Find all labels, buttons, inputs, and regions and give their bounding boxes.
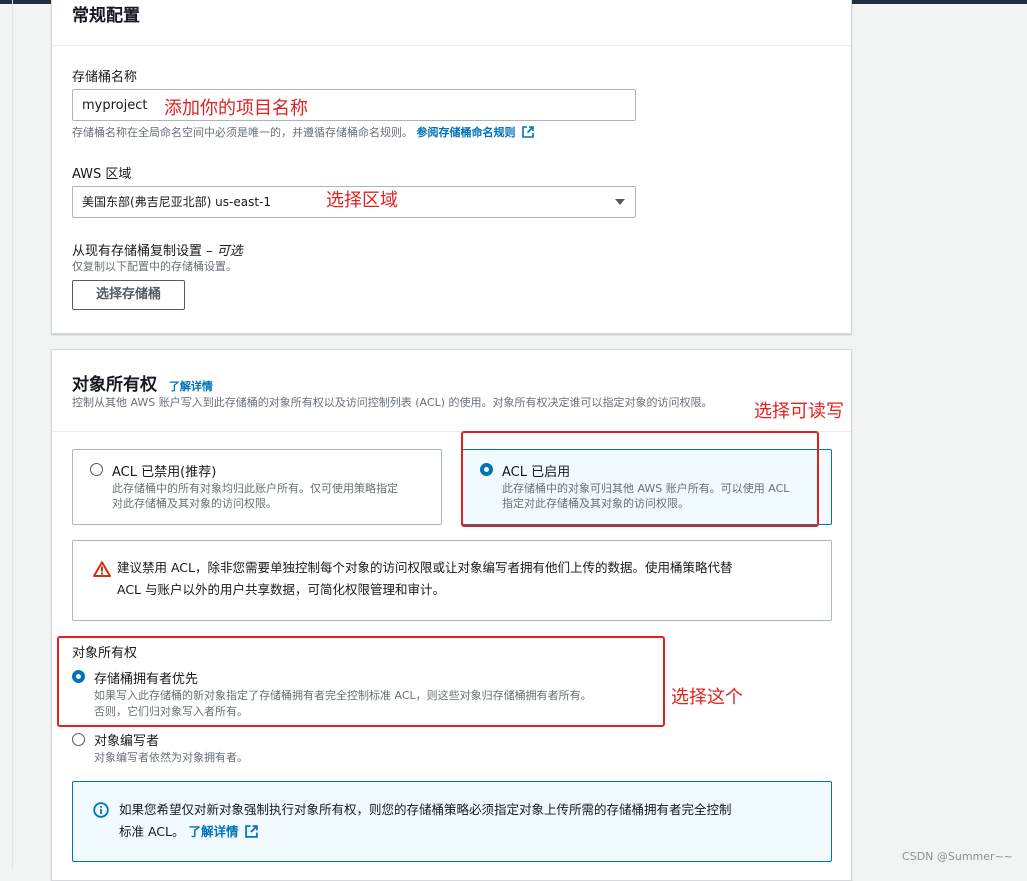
csdn-watermark: CSDN @Summer~~ xyxy=(902,850,1013,863)
info-text-1: 如果您希望仅对新对象强制执行对象所有权，则您的存储桶策略必须指定对象上传所需的存… xyxy=(119,802,732,817)
acl-disabled-desc-2: 对此存储桶及其对象的访问权限。 xyxy=(112,497,277,510)
acl-disabled-tile[interactable]: ACL 已禁用(推荐) 此存储桶中的所有对象均归此账户所有。仅可使用策略指定 对… xyxy=(72,449,442,525)
acl-disabled-radio[interactable] xyxy=(90,463,103,476)
bucket-name-label: 存储桶名称 xyxy=(72,70,138,85)
region-select-value: 美国东部(弗吉尼亚北部) us-east-1 xyxy=(82,195,272,209)
general-config-title: 常规配置 xyxy=(72,6,140,26)
learn-more-link[interactable]: 了解详情 xyxy=(188,824,238,839)
object-writer-desc: 对象编写者依然为对象拥有者。 xyxy=(94,751,248,764)
copy-settings-label: 从现有存储桶复制设置 – 可选 xyxy=(72,244,243,259)
info-circle-icon xyxy=(93,802,109,822)
annotation-project-name: 添加你的项目名称 xyxy=(164,98,308,119)
annotation-choose-this: 选择这个 xyxy=(671,687,743,708)
copy-settings-hint: 仅复制以下配置中的存储桶设置。 xyxy=(72,260,237,273)
caret-down-icon xyxy=(615,199,625,205)
choose-bucket-button[interactable]: 选择存储桶 xyxy=(72,280,185,310)
external-link-icon xyxy=(245,823,259,845)
ownership-info-alert: 如果您希望仅对新对象强制执行对象所有权，则您的存储桶策略必须指定对象上传所需的存… xyxy=(72,781,832,862)
info-link[interactable]: 了解详情 xyxy=(169,380,213,393)
bucket-naming-rules-link[interactable]: 参阅存储桶命名规则 xyxy=(417,126,516,139)
annotation-read-write: 选择可读写 xyxy=(754,401,844,422)
region-label: AWS 区域 xyxy=(72,167,132,182)
acl-disabled-desc-1: 此存储桶中的所有对象均归此账户所有。仅可使用策略指定 xyxy=(112,482,398,495)
annotation-region: 选择区域 xyxy=(326,190,398,211)
object-writer-title[interactable]: 对象编写者 xyxy=(94,730,159,749)
info-text-2: 标准 ACL。 了解详情 xyxy=(119,821,259,845)
optional-tag: 可选 xyxy=(216,244,243,259)
warning-text-1: 建议禁用 ACL，除非您需要单独控制每个对象的访问权限或让对象编写者拥有他们上传… xyxy=(117,560,733,575)
acl-disabled-title: ACL 已禁用(推荐) xyxy=(112,465,217,480)
warning-text-2: ACL 与账户以外的用户共享数据，可简化权限管理和审计。 xyxy=(117,582,445,597)
object-ownership-description: 控制从其他 AWS 账户写入到此存储桶的对象所有权以及访问控制列表 (ACL) … xyxy=(72,396,713,409)
object-ownership-panel: 对象所有权 了解详情 控制从其他 AWS 账户写入到此存储桶的对象所有权以及访问… xyxy=(51,349,852,881)
warning-icon xyxy=(93,561,111,581)
annotation-box-owner-preferred xyxy=(57,636,665,727)
general-config-panel: 常规配置 存储桶名称 存储桶名称在全局命名空间中必须是唯一的，并遵循存储桶命名规… xyxy=(51,0,852,334)
left-border xyxy=(12,0,13,870)
acl-warning-alert: 建议禁用 ACL，除非您需要单独控制每个对象的访问权限或让对象编写者拥有他们上传… xyxy=(72,540,832,621)
panel-divider xyxy=(52,45,851,46)
object-ownership-title: 对象所有权 了解详情 xyxy=(72,375,213,395)
annotation-box-acl-enabled xyxy=(461,431,819,527)
bucket-name-hint: 存储桶名称在全局命名空间中必须是唯一的，并遵循存储桶命名规则。 参阅存储桶命名规… xyxy=(72,125,534,142)
external-link-icon xyxy=(522,126,534,142)
bucket-name-input[interactable] xyxy=(72,89,636,121)
object-writer-radio[interactable] xyxy=(72,733,85,746)
